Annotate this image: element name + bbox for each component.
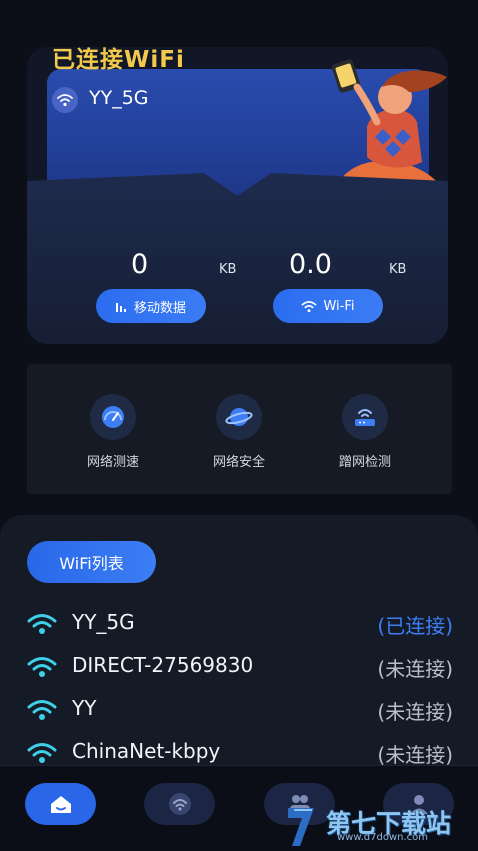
- wifi-data-value: 0.0: [289, 249, 332, 280]
- wifi-data-label: Wi-Fi: [323, 298, 355, 314]
- wifi-status: (未连接): [377, 743, 453, 767]
- wifi-status: (已连接): [377, 614, 453, 638]
- planet-icon: [216, 394, 262, 440]
- nav-wifi-button[interactable]: [144, 783, 215, 825]
- watermark-url: www.d7down.com: [337, 832, 429, 843]
- tool-speed-test[interactable]: 网络测速: [73, 394, 153, 470]
- wifi-list-item[interactable]: YY_5G (已连接): [27, 610, 453, 640]
- mobile-data-button[interactable]: 移动数据: [96, 289, 206, 323]
- home-icon: [50, 796, 71, 813]
- wifi-icon: [27, 614, 57, 634]
- tool-leech-detection[interactable]: 蹭网检测: [325, 394, 405, 470]
- mobile-data-label: 移动数据: [133, 300, 186, 316]
- mobile-data-value: 0: [131, 249, 149, 280]
- wifi-name: YY_5G: [72, 610, 135, 634]
- signal-bars-icon: [115, 302, 126, 312]
- wifi-data-unit: KB: [389, 262, 407, 277]
- wifi-list-item[interactable]: YY (未连接): [27, 696, 453, 726]
- tool-network-security[interactable]: 网络安全: [199, 394, 279, 470]
- wifi-list-tab[interactable]: WiFi列表: [27, 541, 156, 583]
- tool-speed-test-label: 网络测速: [86, 455, 139, 470]
- tool-leech-detection-label: 蹭网检测: [338, 455, 391, 470]
- connected-ssid: YY_5G: [89, 87, 149, 109]
- wifi-list-item[interactable]: DIRECT-27569830 (未连接): [27, 653, 453, 683]
- nav-home-button[interactable]: [25, 783, 96, 825]
- traffic-stats-panel: [27, 173, 448, 344]
- mobile-data-unit: KB: [219, 262, 237, 277]
- wifi-icon: [52, 87, 78, 113]
- wifi-icon: [168, 793, 191, 815]
- speedometer-icon: [90, 394, 136, 440]
- wifi-status: (未连接): [377, 657, 453, 681]
- tool-network-security-label: 网络安全: [212, 455, 265, 470]
- wifi-status: (未连接): [377, 700, 453, 724]
- wifi-name: ChinaNet-kbpy: [72, 739, 221, 763]
- wifi-name: YY: [72, 696, 97, 720]
- wifi-name: DIRECT-27569830: [72, 653, 254, 677]
- connected-wifi-title: 已连接WiFi: [52, 47, 185, 73]
- tools-card: 网络测速 网络安全 蹭网检测: [27, 364, 452, 494]
- wifi-icon: [302, 300, 317, 312]
- wifi-data-button[interactable]: Wi-Fi: [273, 289, 383, 323]
- wifi-icon: [27, 657, 57, 677]
- wifi-icon: [27, 743, 57, 763]
- router-icon: [342, 394, 388, 440]
- wifi-icon: [27, 700, 57, 720]
